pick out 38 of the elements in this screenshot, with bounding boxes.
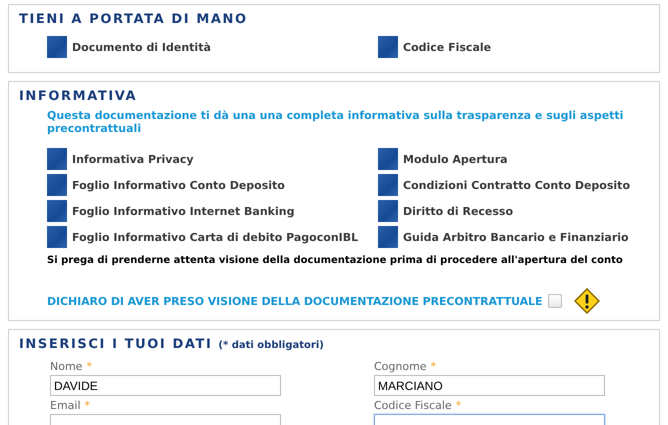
field-label: Email bbox=[50, 399, 81, 412]
bullet-icon bbox=[47, 148, 67, 170]
bullet-icon bbox=[47, 226, 67, 248]
declaration-label: DICHIARO DI AVER PRESO VISIONE DELLA DOCUMENTAZIONE PRECONTRATTUALE bbox=[47, 294, 542, 308]
document-link[interactable]: Guida Arbitro Bancario e Finanziario bbox=[403, 230, 629, 244]
bullet-icon bbox=[378, 36, 398, 58]
document-link[interactable]: Condizioni Contratto Conto Deposito bbox=[403, 178, 630, 192]
bullet-icon bbox=[47, 174, 67, 196]
document-link[interactable]: Informativa Privacy bbox=[72, 152, 194, 166]
field-label: Cognome bbox=[374, 360, 427, 373]
document-link[interactable]: Foglio Informativo Conto Deposito bbox=[72, 178, 285, 192]
required-mark: * bbox=[430, 360, 436, 373]
checkbox[interactable] bbox=[548, 294, 562, 308]
input-field[interactable]: DAVIDE bbox=[50, 375, 281, 396]
required-mark: * bbox=[456, 399, 462, 412]
document-link[interactable]: Modulo Apertura bbox=[403, 152, 508, 166]
section-title: TIENI A PORTATA DI MANO bbox=[19, 11, 248, 28]
input-field[interactable]: MARCIANO bbox=[374, 375, 605, 396]
document-link[interactable]: Diritto di Recesso bbox=[403, 204, 514, 218]
field-label: Codice Fiscale bbox=[374, 399, 452, 412]
field-label: Nome bbox=[50, 360, 82, 373]
section-title: INSERISCI I TUOI DATI bbox=[19, 336, 212, 353]
required-mark: * bbox=[86, 360, 92, 373]
bullet-icon bbox=[378, 200, 398, 222]
document-link[interactable]: Documento di Identità bbox=[72, 40, 211, 54]
bullet-icon bbox=[47, 36, 67, 58]
bullet-icon bbox=[378, 226, 398, 248]
required-note: (* dati obbligatori) bbox=[218, 340, 324, 351]
bullet-icon bbox=[47, 200, 67, 222]
document-link[interactable]: Foglio Informativo Carta di debito PagoconIBL bbox=[72, 230, 358, 244]
document-link[interactable]: Foglio Informativo Internet Banking bbox=[72, 204, 294, 218]
intro-text: Questa documentazione ti dà una una completa informativa sulla trasparenza e sugli aspetti precontrattuali bbox=[46, 109, 624, 135]
note-text: Si prega di prenderne attenta visione della documentazione prima di procedere all'apertura del conto bbox=[46, 255, 624, 266]
required-mark: * bbox=[84, 399, 90, 412]
bullet-icon bbox=[378, 148, 398, 170]
document-link[interactable]: Codice Fiscale bbox=[403, 40, 492, 54]
section-title: INFORMATIVA bbox=[19, 88, 138, 105]
bullet-icon bbox=[378, 174, 398, 196]
